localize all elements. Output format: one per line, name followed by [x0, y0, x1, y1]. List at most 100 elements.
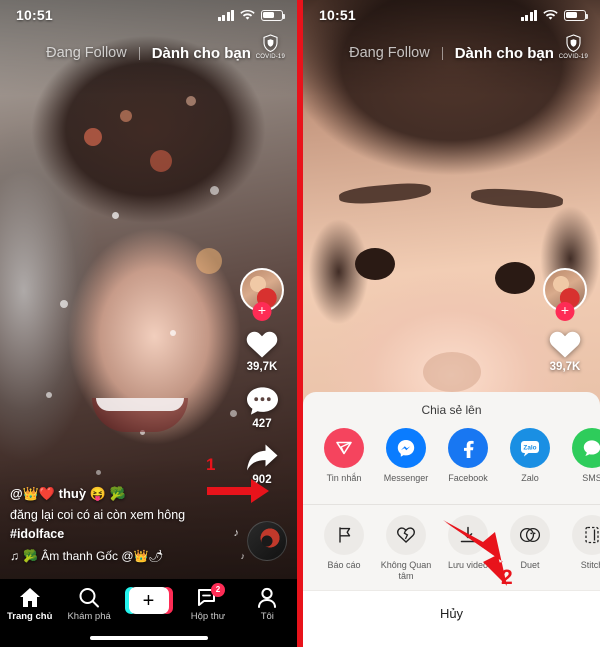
tiktok-direct-icon	[324, 428, 364, 468]
covid-info-button-right[interactable]: COVID-19	[559, 34, 588, 60]
share-app-label: SMS	[582, 473, 600, 483]
share-app-sms[interactable]: SMS	[561, 428, 600, 496]
home-icon	[19, 588, 40, 607]
home-indicator-left	[89, 636, 208, 640]
status-time: 10:51	[16, 7, 53, 23]
duet-icon	[510, 514, 550, 555]
cellular-bars-icon	[217, 9, 234, 21]
tab-separator	[138, 46, 140, 60]
share-button[interactable]: 902	[245, 443, 279, 486]
status-bar: 10:51	[0, 0, 297, 30]
share-arrow-icon	[247, 444, 278, 471]
share-action-stitch[interactable]: Stitch	[561, 514, 600, 583]
share-sheet: Chia sẻ lên Tin nhắn Messenger Facebook …	[303, 392, 600, 647]
status-icons-right	[520, 9, 589, 21]
like-count: 39,7K	[246, 361, 278, 373]
share-sheet-title: Chia sẻ lên	[421, 403, 482, 417]
caption-username[interactable]: @👑❤️ thuỳ 😝 🥦	[10, 486, 220, 502]
wifi-icon	[543, 9, 558, 20]
cancel-button[interactable]: Hủy	[303, 590, 600, 647]
stitch-icon	[572, 514, 600, 555]
covid-badge-label-right: COVID-19	[558, 54, 588, 60]
status-time-right: 10:51	[319, 7, 356, 23]
cellular-bars-icon	[520, 9, 537, 21]
person-icon	[258, 587, 277, 608]
creator-avatar-right[interactable]: +	[543, 268, 587, 321]
comment-count: 427	[252, 418, 272, 430]
tab-for-you-right[interactable]: Dành cho bạn	[455, 45, 554, 62]
floating-note-icon: ♪	[233, 527, 240, 539]
heart-icon	[246, 331, 278, 358]
create-plus-icon[interactable]: +	[124, 587, 173, 614]
share-app-zalo[interactable]: Zalo Zalo	[499, 428, 561, 496]
like-button[interactable]: 39,7K	[245, 328, 279, 373]
sidebar-item-create[interactable]: +	[119, 587, 178, 614]
search-icon	[79, 588, 100, 608]
tab-for-you[interactable]: Dành cho bạn	[152, 45, 251, 62]
action-rail: + 39,7K 427 902	[235, 268, 289, 499]
comment-button[interactable]: 427	[246, 386, 279, 430]
tab-label-profile: Tôi	[260, 611, 274, 622]
share-app-messenger[interactable]: Messenger	[375, 428, 437, 496]
share-action-not-interested[interactable]: Không Quan tâm	[375, 514, 437, 583]
caption-block: @👑❤️ thuỳ 😝 🥦 đăng lại coi có ai còn xem…	[10, 486, 220, 564]
music-title: 🥦 Âm thanh Gốc @👑🌶	[23, 549, 164, 563]
tab-label-inbox: Hộp thư	[190, 611, 226, 622]
covid-info-button[interactable]: COVID-19	[256, 34, 285, 60]
facebook-icon	[448, 428, 488, 468]
share-action-label: Stitch	[580, 559, 600, 570]
status-icons	[217, 9, 286, 21]
tab-label-discover: Khám phá	[67, 611, 111, 622]
share-action-label: Lưu video	[447, 559, 489, 570]
left-phone-panel: 10:51 Đang Follow Dành cho bạn COVID-19 …	[0, 0, 297, 647]
floating-note-icon-small: ♪	[240, 551, 246, 561]
wifi-icon	[240, 9, 255, 20]
status-bar-right: 10:51	[303, 0, 600, 30]
zalo-icon: Zalo	[510, 428, 550, 468]
music-row[interactable]: ♫ 🥦 Âm thanh Gốc @👑🌶	[10, 549, 220, 563]
svg-text:Zalo: Zalo	[523, 445, 536, 452]
share-action-label: Duet	[520, 559, 540, 570]
right-phone-panel: 10:51 Đang Follow Dành cho bạn COVID-19	[303, 0, 600, 647]
download-icon	[448, 514, 488, 555]
share-actions-row: Báo cáo Không Quan tâm Lưu video Duet St…	[303, 503, 600, 591]
share-app-label: Tin nhắn	[326, 473, 362, 483]
follow-plus-button-right[interactable]: +	[555, 302, 575, 321]
tab-label-home: Trang chủ	[7, 611, 53, 622]
shield-icon	[263, 34, 278, 53]
sidebar-item-inbox[interactable]: 2 Hộp thư	[178, 583, 237, 622]
follow-plus-button[interactable]: +	[252, 302, 272, 321]
heart-icon	[549, 331, 581, 358]
share-action-label: Báo cáo	[327, 559, 361, 570]
music-disc[interactable]	[247, 521, 287, 561]
like-button-right[interactable]: 39,7K	[548, 328, 582, 373]
share-app-tin-nhan[interactable]: Tin nhắn	[313, 428, 375, 496]
cancel-label: Hủy	[439, 606, 464, 621]
comment-icon	[246, 387, 278, 415]
like-count-right: 39,7K	[549, 361, 581, 373]
share-app-facebook[interactable]: Facebook	[437, 428, 499, 496]
caption-text: đăng lại coi có ai còn xem hông	[10, 507, 186, 522]
battery-icon	[261, 9, 286, 21]
action-rail-right: + 39,7K	[538, 268, 592, 386]
share-action-save-video[interactable]: Lưu video	[437, 514, 499, 583]
tab-following-right[interactable]: Đang Follow	[349, 45, 430, 61]
music-note-icon: ♫	[10, 549, 19, 563]
top-nav-right: Đang Follow Dành cho bạn	[303, 38, 600, 68]
creator-avatar[interactable]: +	[240, 268, 284, 321]
flag-icon	[324, 514, 364, 555]
sidebar-item-home[interactable]: Trang chủ	[0, 587, 59, 622]
battery-icon	[564, 9, 589, 21]
broken-heart-icon	[386, 514, 426, 555]
share-app-label: Messenger	[383, 473, 429, 483]
messenger-icon	[386, 428, 426, 468]
sidebar-item-discover[interactable]: Khám phá	[59, 587, 118, 622]
share-action-duet[interactable]: Duet	[499, 514, 561, 583]
share-action-report[interactable]: Báo cáo	[313, 514, 375, 583]
sidebar-item-profile[interactable]: Tôi	[238, 587, 297, 622]
screenshot-stage: 10:51 Đang Follow Dành cho bạn COVID-19 …	[0, 0, 600, 647]
tab-following[interactable]: Đang Follow	[46, 45, 127, 61]
covid-badge-label: COVID-19	[255, 54, 285, 60]
caption-hashtag[interactable]: #idolface	[10, 527, 220, 541]
share-count: 902	[252, 474, 272, 486]
